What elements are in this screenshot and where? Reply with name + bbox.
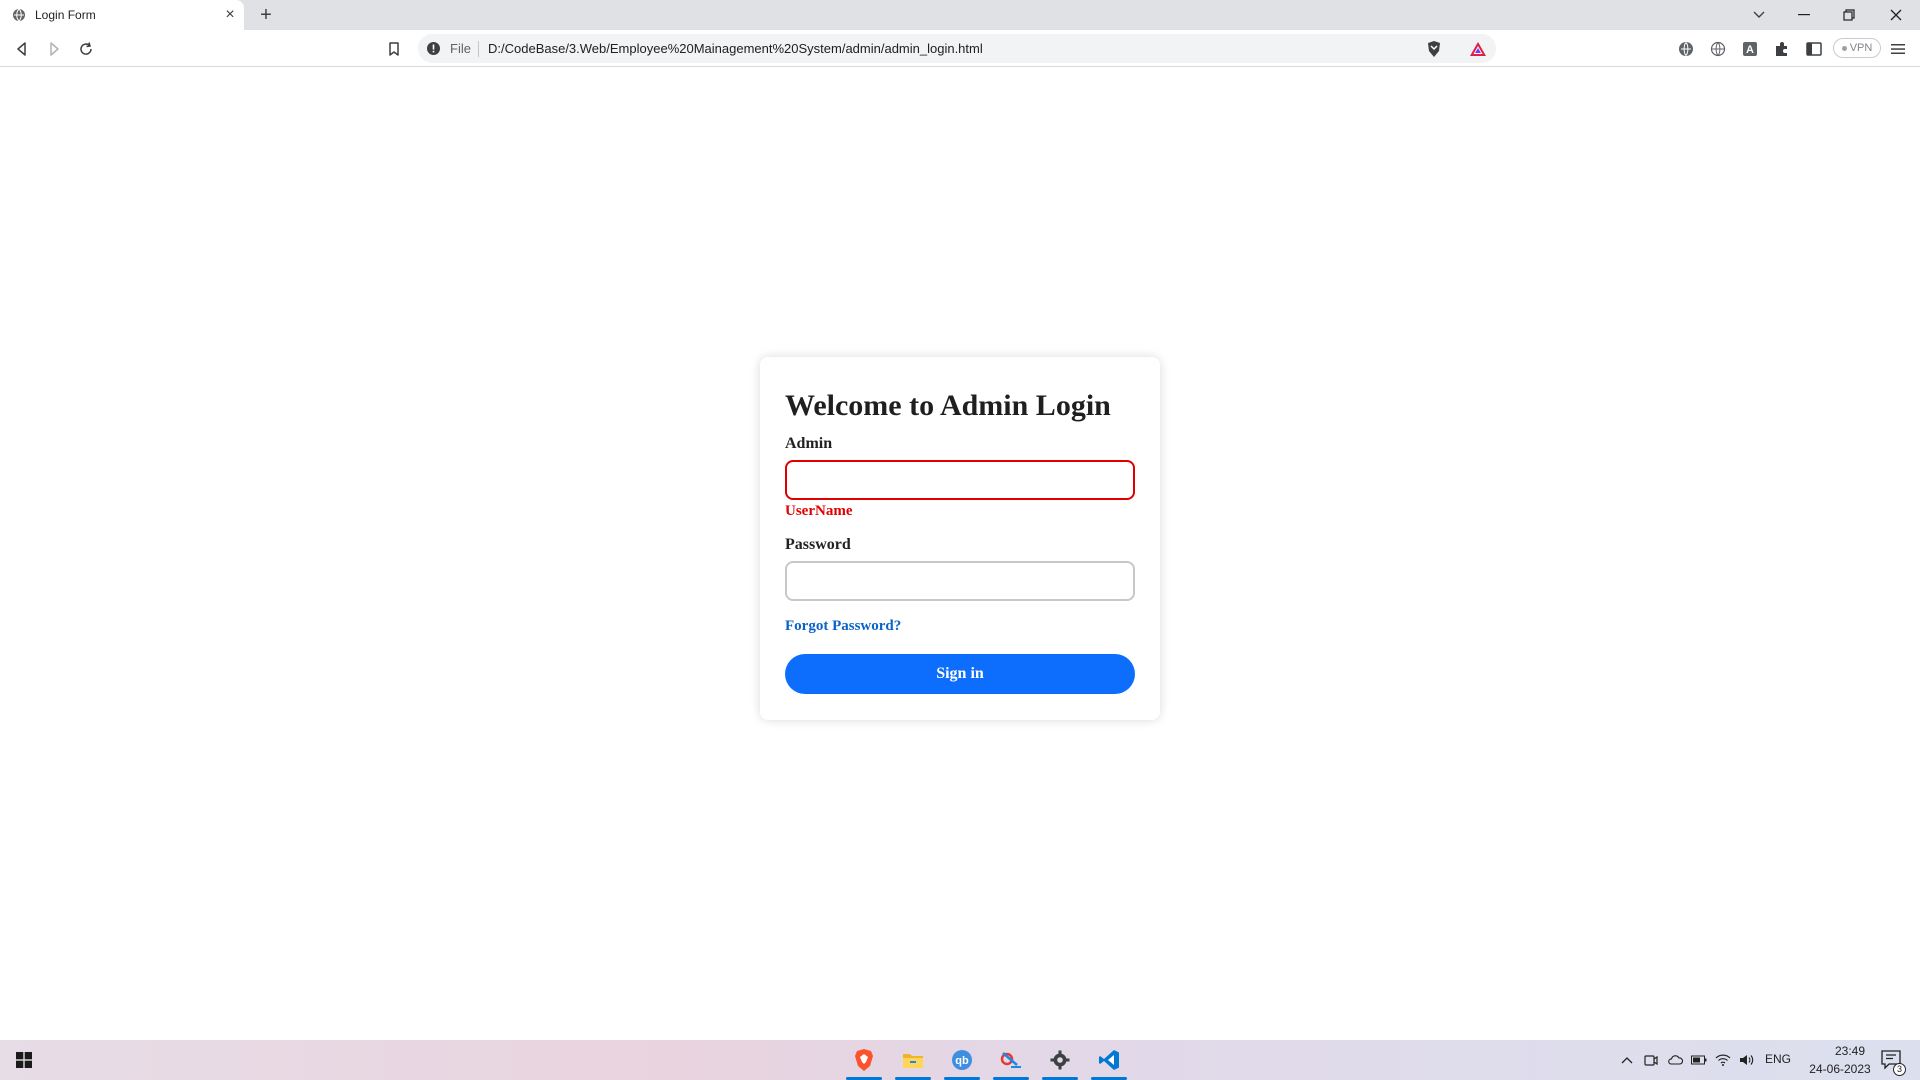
reload-icon[interactable] (75, 38, 97, 60)
tab-login-form[interactable]: Login Form × (0, 0, 244, 30)
tab-strip: Login Form × + (0, 0, 1920, 30)
snipping-tool-icon[interactable] (987, 1040, 1035, 1080)
wifi-icon[interactable] (1714, 1052, 1732, 1068)
qbittorrent-icon[interactable]: qb (938, 1040, 986, 1080)
vpn-status-dot-icon (1841, 45, 1847, 51)
page-title: Welcome to Admin Login (785, 389, 1111, 422)
show-hidden-icons-icon[interactable] (1618, 1052, 1636, 1068)
battery-icon[interactable] (1690, 1052, 1708, 1068)
translate-icon[interactable] (1675, 38, 1697, 60)
tab-close-icon[interactable]: × (221, 6, 239, 24)
menu-icon[interactable] (1887, 38, 1909, 60)
password-label: Password (785, 536, 851, 553)
onedrive-icon[interactable] (1666, 1052, 1684, 1068)
clock-time[interactable]: 23:49 (1820, 1044, 1880, 1058)
forgot-password-link[interactable]: Forgot Password? (785, 618, 901, 635)
bookmark-icon[interactable] (383, 38, 405, 60)
svg-text:qb: qb (955, 1055, 969, 1067)
sidebar-icon[interactable] (1803, 38, 1825, 60)
dictionary-icon[interactable]: A (1739, 38, 1761, 60)
notification-count-badge: 3 (1893, 1063, 1906, 1076)
username-label: Admin (785, 435, 833, 452)
vpn-button[interactable]: VPN (1833, 38, 1881, 58)
forward-icon[interactable] (43, 38, 65, 60)
omnibox-divider (478, 41, 479, 57)
brave-rewards-icon[interactable] (1467, 38, 1489, 60)
restore-icon[interactable] (1829, 0, 1869, 30)
info-icon[interactable] (426, 41, 441, 56)
clock-date[interactable]: 24-06-2023 (1800, 1062, 1880, 1076)
vpn-label: VPN (1849, 42, 1873, 54)
new-tab-button[interactable]: + (255, 4, 277, 26)
minimize-icon[interactable] (1784, 0, 1824, 30)
username-error-message: UserName (785, 503, 853, 519)
sign-in-button[interactable]: Sign in (785, 654, 1135, 694)
globe-extension-icon[interactable] (1707, 38, 1729, 60)
address-bar[interactable]: File D:/CodeBase/3.Web/Employee%20Mainag… (418, 34, 1496, 63)
url-text[interactable]: D:/CodeBase/3.Web/Employee%20Mainagement… (488, 41, 983, 56)
volume-icon[interactable] (1738, 1052, 1756, 1068)
brave-shields-icon[interactable] (1423, 38, 1445, 60)
tab-title: Login Form (35, 8, 96, 22)
brave-browser-icon[interactable] (840, 1040, 888, 1080)
password-input[interactable] (785, 561, 1135, 601)
close-window-icon[interactable] (1876, 0, 1916, 30)
browser-toolbar: File D:/CodeBase/3.Web/Employee%20Mainag… (0, 30, 1920, 67)
windows-taskbar: qb ENG 23:49 24-06-2023 3 (0, 1040, 1920, 1080)
url-scheme-label: File (450, 41, 471, 56)
back-icon[interactable] (11, 38, 33, 60)
file-explorer-icon[interactable] (889, 1040, 937, 1080)
login-card: Welcome to Admin Login Admin UserName Pa… (760, 357, 1160, 720)
language-indicator[interactable]: ENG (1765, 1052, 1791, 1066)
settings-icon[interactable] (1036, 1040, 1084, 1080)
svg-text:A: A (1746, 44, 1754, 56)
username-input[interactable] (785, 460, 1135, 500)
tab-search-icon[interactable] (1739, 0, 1779, 30)
globe-icon (13, 8, 25, 22)
start-icon[interactable] (0, 1040, 48, 1080)
extensions-icon[interactable] (1771, 38, 1793, 60)
meet-now-icon[interactable] (1642, 1052, 1660, 1068)
vscode-icon[interactable] (1085, 1040, 1133, 1080)
